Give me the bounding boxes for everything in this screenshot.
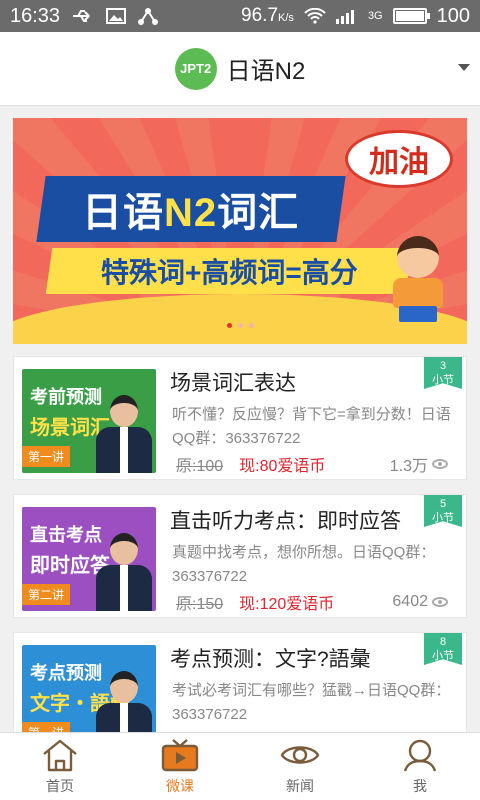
battery-level: 100	[436, 4, 470, 27]
bottom-tab-bar: 首页 微课 新闻 我	[0, 732, 480, 800]
status-icons-left	[72, 7, 159, 25]
course-description: 听不懂？反应慢？背下它=拿到分数！日语QQ群：363376722	[172, 406, 451, 447]
course-description: 考试必考词汇有哪些？猛戳→日语QQ群：363376722	[172, 682, 451, 723]
view-count: 1.3万	[390, 452, 448, 476]
battery-icon	[392, 8, 430, 24]
user-icon	[403, 739, 437, 772]
cartoon-kid-image	[387, 236, 447, 324]
course-title: 场景词汇表达	[170, 372, 296, 395]
status-time: 16:33	[10, 4, 61, 27]
chevron-down-icon[interactable]	[458, 64, 470, 71]
header-title[interactable]: 日语N2	[227, 51, 306, 86]
promo-banner[interactable]: 加油 日语N2词汇 特殊词+高频词=高分	[13, 118, 467, 344]
tv-icon	[161, 739, 199, 772]
teacher-photo	[96, 389, 152, 473]
status-icons-right: 96.7K/s 3G 100	[241, 5, 470, 28]
course-card[interactable]: 考前预测 场景词汇 第一讲 3 小节 场景词汇表达 听不懂？反应慢？背下它=拿到分…	[13, 356, 467, 480]
jpt2-logo: JPT2	[174, 47, 217, 90]
share-icon	[138, 8, 159, 25]
eye-icon	[432, 597, 448, 607]
home-icon	[43, 739, 77, 772]
course-thumbnail: 考前预测 场景词汇 第一讲	[22, 369, 156, 473]
tab-me[interactable]: 我	[360, 733, 480, 800]
app-header: JPT2 日语N2	[0, 32, 480, 106]
wifi-icon	[304, 8, 326, 24]
course-title: 直击听力考点：即时应答	[170, 510, 401, 533]
image-icon	[106, 8, 127, 24]
network-type: 3G	[367, 10, 383, 22]
eye-icon	[432, 459, 448, 469]
tab-micro-course[interactable]: 微课	[120, 733, 240, 800]
course-meta: 原:100 现:80爱语币 1.3万	[176, 453, 448, 475]
view-count: 6402	[392, 593, 448, 611]
network-speed: 96.7K/s	[241, 5, 294, 26]
signal-icon	[335, 10, 354, 24]
carousel-indicator	[13, 323, 467, 328]
current-price: 现:80爱语币	[239, 458, 326, 475]
banner-bubble: 加油	[345, 130, 453, 188]
original-price: 原:100	[176, 458, 224, 475]
carousel-dot	[226, 323, 232, 328]
teacher-photo	[96, 527, 152, 611]
course-description: 真题中找考点，想你所想。日语QQ群：363376722	[172, 544, 436, 585]
course-meta: 原:150 现:120爱语币 6402	[176, 591, 448, 613]
status-bar: 16:33 96.7K/s 3G 100	[0, 0, 480, 32]
course-card[interactable]: 直击考点 即时应答 第二讲 5 小节 直击听力考点：即时应答 真题中找考点，想你所…	[13, 494, 467, 618]
tab-news[interactable]: 新闻	[240, 733, 360, 800]
tab-home[interactable]: 首页	[0, 733, 120, 800]
eye-icon	[280, 746, 320, 764]
carousel-dot	[237, 323, 243, 328]
banner-subtitle: 特殊词+高频词=高分	[45, 248, 413, 294]
original-price: 原:150	[176, 596, 224, 613]
current-price: 现:120爱语币	[239, 596, 335, 613]
course-thumbnail: 直击考点 即时应答 第二讲	[22, 507, 156, 611]
carousel-dot	[248, 323, 254, 328]
usb-icon	[73, 10, 90, 22]
banner-title: 日语N2词汇	[36, 176, 346, 242]
course-title: 考点预测：文字?語彙	[170, 648, 371, 671]
